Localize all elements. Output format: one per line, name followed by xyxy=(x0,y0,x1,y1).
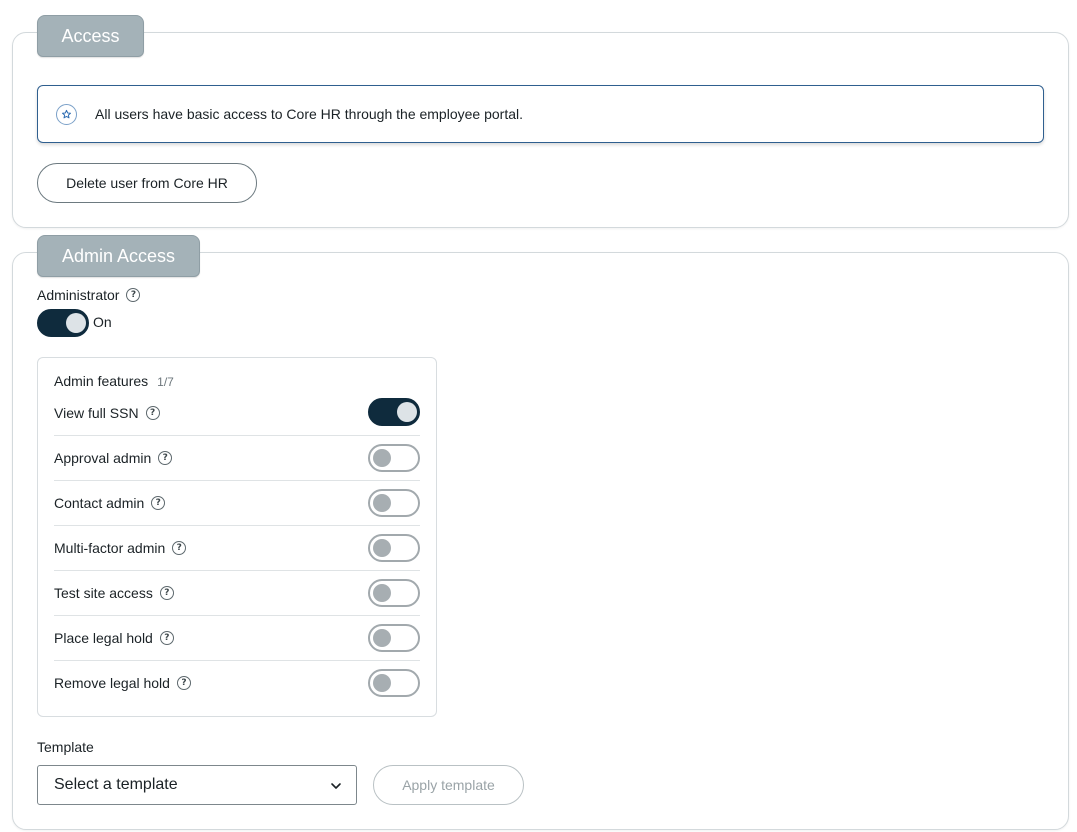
help-icon[interactable]: ? xyxy=(176,676,191,690)
toggle-knob xyxy=(397,402,417,422)
template-label: Template xyxy=(37,739,94,755)
admin-features-count: 1/7 xyxy=(157,375,174,389)
access-info-banner: All users have basic access to Core HR t… xyxy=(37,85,1044,143)
star-badge-icon xyxy=(56,103,77,125)
view-full-ssn-toggle[interactable] xyxy=(368,398,420,426)
admin-features-panel: Admin features 1/7 View full SSN ? Approv… xyxy=(37,357,437,717)
feature-label: Place legal hold xyxy=(54,630,153,646)
feature-row-remove-legal-hold: Remove legal hold ? xyxy=(54,660,420,705)
remove-legal-hold-toggle[interactable] xyxy=(368,669,420,697)
delete-user-button[interactable]: Delete user from Core HR xyxy=(37,163,257,203)
place-legal-hold-toggle[interactable] xyxy=(368,624,420,652)
apply-template-button[interactable]: Apply template xyxy=(373,765,524,805)
help-icon[interactable]: ? xyxy=(159,586,174,600)
feature-label: Contact admin xyxy=(54,495,145,511)
feature-row-place-legal-hold: Place legal hold ? xyxy=(54,615,420,660)
administrator-toggle[interactable] xyxy=(37,309,89,337)
help-icon[interactable]: ? xyxy=(172,541,187,555)
chevron-down-icon xyxy=(330,779,342,797)
help-icon[interactable]: ? xyxy=(159,631,174,645)
admin-features-header: Admin features 1/7 xyxy=(54,373,174,389)
toggle-knob xyxy=(373,629,391,647)
feature-row-contact-admin: Contact admin ? xyxy=(54,480,420,525)
admin-access-section-tab: Admin Access xyxy=(37,235,200,277)
multi-factor-admin-toggle[interactable] xyxy=(368,534,420,562)
feature-label: Multi-factor admin xyxy=(54,540,166,556)
access-section-tab: Access xyxy=(37,15,144,57)
admin-features-title: Admin features xyxy=(54,373,149,389)
help-icon[interactable]: ? xyxy=(158,451,173,465)
toggle-knob xyxy=(373,449,391,467)
help-icon[interactable]: ? xyxy=(126,288,141,302)
toggle-knob xyxy=(373,539,391,557)
approval-admin-toggle[interactable] xyxy=(368,444,420,472)
feature-row-approval-admin: Approval admin ? xyxy=(54,435,420,480)
admin-tab-label: Admin Access xyxy=(61,245,176,266)
template-select[interactable]: Select a template xyxy=(37,765,357,805)
template-select-value: Select a template xyxy=(54,776,178,793)
administrator-label: Administrator xyxy=(37,287,120,303)
feature-label: Remove legal hold xyxy=(54,675,170,691)
help-icon[interactable]: ? xyxy=(145,405,160,420)
toggle-knob xyxy=(66,313,86,333)
feature-label: View full SSN xyxy=(54,404,139,421)
toggle-knob xyxy=(373,584,391,602)
contact-admin-toggle[interactable] xyxy=(368,489,420,517)
access-tab-label: Access xyxy=(61,25,120,46)
test-site-access-toggle[interactable] xyxy=(368,579,420,607)
help-icon[interactable]: ? xyxy=(151,496,166,510)
info-text: All users have basic access to Core HR t… xyxy=(95,106,523,122)
administrator-label-row: Administrator ? xyxy=(37,287,141,303)
toggle-knob xyxy=(373,674,391,692)
feature-row-view-full-ssn: View full SSN ? xyxy=(54,390,420,435)
toggle-knob xyxy=(373,494,391,512)
feature-row-test-site-access: Test site access ? xyxy=(54,570,420,615)
administrator-state: On xyxy=(93,314,112,330)
feature-label: Test site access xyxy=(54,585,153,601)
feature-label: Approval admin xyxy=(54,450,152,466)
feature-row-multi-factor-admin: Multi-factor admin ? xyxy=(54,525,420,570)
